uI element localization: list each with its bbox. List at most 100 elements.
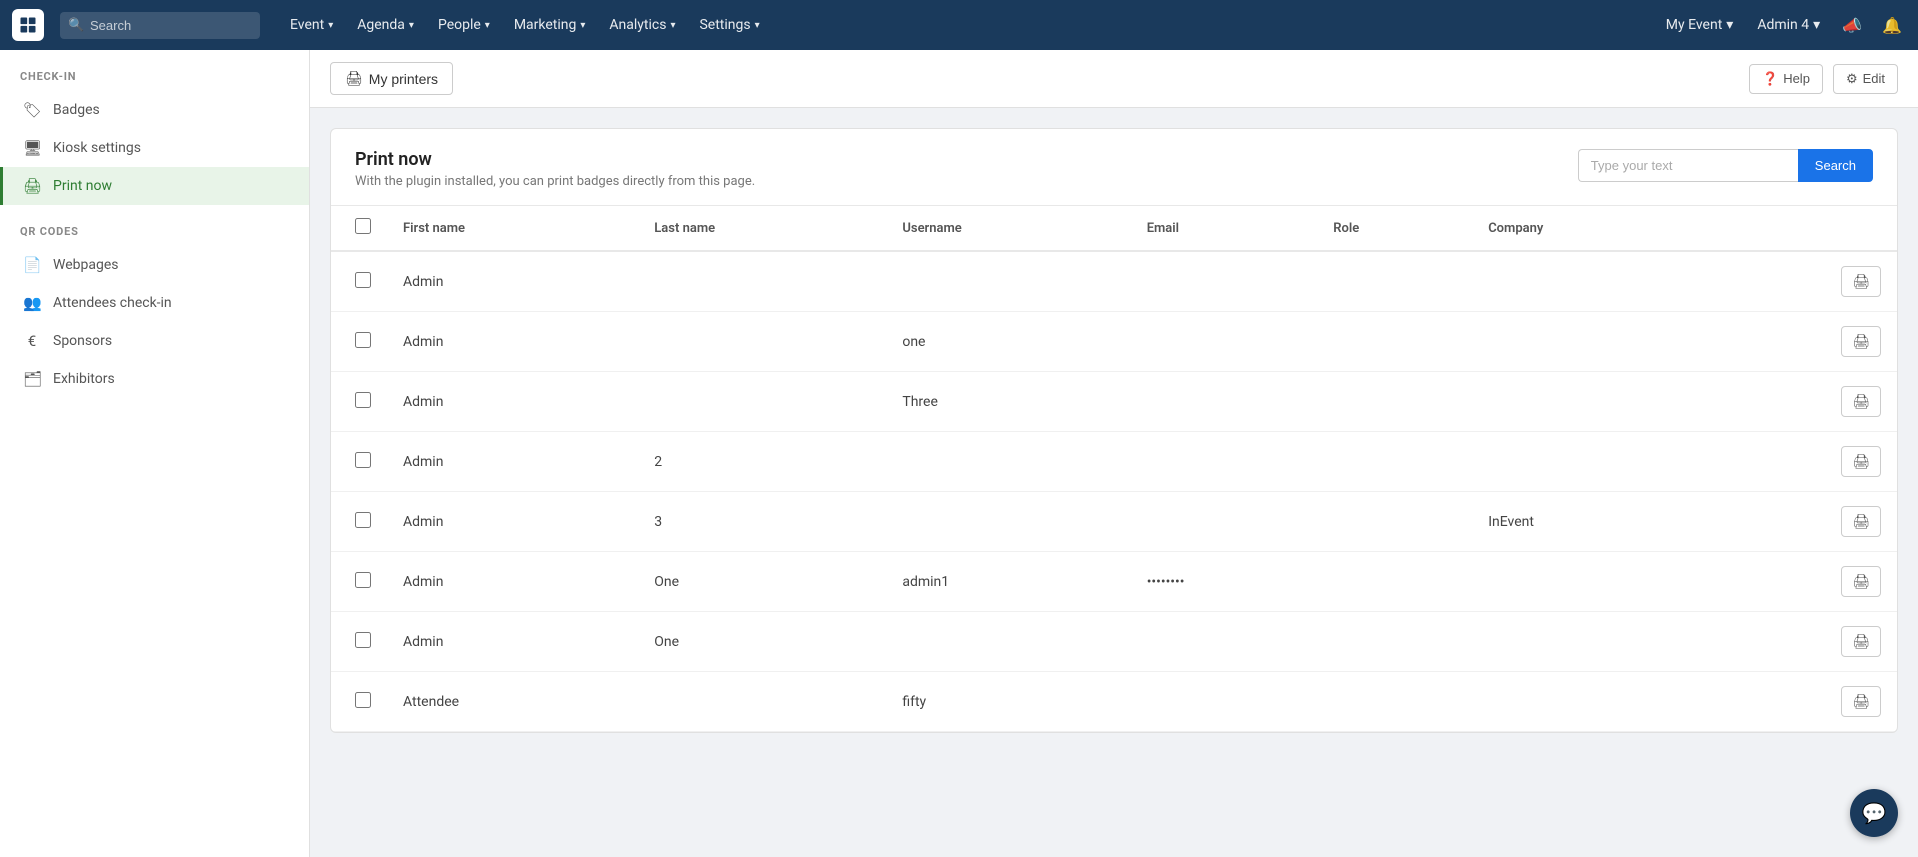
main-content: 🖨 My printers ❓ Help ⚙ Edit Pr: [310, 50, 1918, 857]
sidebar-item-kiosk-settings[interactable]: 🖥 Kiosk settings: [0, 129, 309, 167]
webpage-icon: 📄: [23, 256, 41, 274]
cell-role: [1317, 552, 1472, 612]
cell-first-name: Admin: [387, 492, 638, 552]
top-navigation: 🔍 Event ▾ Agenda ▾ People ▾ Marketing ▾ …: [0, 0, 1918, 50]
cell-company: [1472, 432, 1705, 492]
cell-first-name: Attendee: [387, 672, 638, 732]
row-checkbox-1[interactable]: [355, 332, 371, 348]
chat-button[interactable]: 💬: [1850, 789, 1898, 837]
row-print-button-1[interactable]: 🖨: [1841, 326, 1881, 357]
cell-role: [1317, 492, 1472, 552]
sidebar-section-checkin-title: CHECK-IN: [0, 70, 309, 91]
row-print-button-5[interactable]: 🖨: [1841, 566, 1881, 597]
topbar-right-actions: ❓ Help ⚙ Edit: [1749, 64, 1898, 94]
row-checkbox-2[interactable]: [355, 392, 371, 408]
chevron-down-icon: ▾: [1726, 17, 1733, 33]
nav-item-people[interactable]: People ▾: [428, 11, 500, 39]
nav-right: My Event ▾ Admin 4 ▾ 📣 🔔: [1660, 12, 1906, 39]
row-print-button-7[interactable]: 🖨: [1841, 686, 1881, 717]
nav-item-marketing[interactable]: Marketing ▾: [504, 11, 596, 39]
sidebar-item-attendees-checkin[interactable]: 👥 Attendees check-in: [0, 284, 309, 322]
table-row: Admin 🖨: [331, 251, 1897, 312]
row-print-button-2[interactable]: 🖨: [1841, 386, 1881, 417]
sidebar-item-webpages[interactable]: 📄 Webpages: [0, 246, 309, 284]
nav-item-settings[interactable]: Settings ▾: [689, 11, 769, 39]
table-row: Admin 3 InEvent 🖨: [331, 492, 1897, 552]
sidebar-item-exhibitors[interactable]: 🗂 Exhibitors: [0, 360, 309, 398]
search-wrapper: 🔍: [60, 12, 260, 39]
help-icon: ❓: [1762, 71, 1778, 87]
cell-role: [1317, 251, 1472, 312]
cell-email: [1131, 312, 1318, 372]
chevron-down-icon: ▾: [580, 20, 585, 31]
table-row: Attendee fifty 🖨: [331, 672, 1897, 732]
chevron-down-icon: ▾: [485, 20, 490, 31]
edit-button[interactable]: ⚙ Edit: [1833, 64, 1898, 94]
nav-item-event[interactable]: Event ▾: [280, 11, 343, 39]
cell-first-name: Admin: [387, 612, 638, 672]
table-row: Admin One admin1 •••••••• 🖨: [331, 552, 1897, 612]
printer-icon: 🖨: [345, 70, 363, 87]
table-row: Admin 2 🖨: [331, 432, 1897, 492]
cell-first-name: Admin: [387, 552, 638, 612]
cell-first-name: Admin: [387, 432, 638, 492]
col-username: Username: [886, 206, 1130, 251]
row-checkbox-3[interactable]: [355, 452, 371, 468]
megaphone-icon[interactable]: 📣: [1838, 12, 1866, 39]
row-checkbox-7[interactable]: [355, 692, 371, 708]
search-button[interactable]: Search: [1798, 149, 1873, 182]
cell-last-name: [638, 672, 886, 732]
people-table: First name Last name Username Email Role…: [331, 206, 1897, 732]
nav-item-analytics[interactable]: Analytics ▾: [599, 11, 685, 39]
sidebar-item-sponsors[interactable]: € Sponsors: [0, 322, 309, 360]
notification-bell-icon[interactable]: 🔔: [1878, 12, 1906, 39]
search-input[interactable]: [60, 12, 260, 39]
help-button[interactable]: ❓ Help: [1749, 64, 1823, 94]
cell-role: [1317, 672, 1472, 732]
row-print-button-3[interactable]: 🖨: [1841, 446, 1881, 477]
printer-icon: 🖨: [23, 177, 41, 195]
cell-first-name: Admin: [387, 372, 638, 432]
select-all-checkbox[interactable]: [355, 218, 371, 234]
page-subtitle: With the plugin installed, you can print…: [355, 174, 755, 189]
cell-email: [1131, 492, 1318, 552]
cell-first-name: Admin: [387, 312, 638, 372]
row-checkbox-6[interactable]: [355, 632, 371, 648]
admin-button[interactable]: Admin 4 ▾: [1751, 13, 1826, 37]
cell-role: [1317, 432, 1472, 492]
cell-last-name: 3: [638, 492, 886, 552]
row-print-button-0[interactable]: 🖨: [1841, 266, 1881, 297]
cell-username: one: [886, 312, 1130, 372]
exhibitors-icon: 🗂: [23, 370, 41, 388]
cell-email: [1131, 251, 1318, 312]
row-checkbox-4[interactable]: [355, 512, 371, 528]
cell-role: [1317, 372, 1472, 432]
table-row: Admin One 🖨: [331, 612, 1897, 672]
cell-role: [1317, 612, 1472, 672]
cell-company: [1472, 312, 1705, 372]
cell-company: [1472, 251, 1705, 312]
table-row: Admin Three 🖨: [331, 372, 1897, 432]
sidebar-item-badges[interactable]: 🏷 Badges: [0, 91, 309, 129]
sidebar-item-print-now[interactable]: 🖨 Print now: [0, 167, 309, 205]
my-event-button[interactable]: My Event ▾: [1660, 13, 1740, 37]
cell-username: [886, 492, 1130, 552]
row-print-button-6[interactable]: 🖨: [1841, 626, 1881, 657]
row-checkbox-0[interactable]: [355, 272, 371, 288]
nav-item-agenda[interactable]: Agenda ▾: [347, 11, 424, 39]
cell-email: [1131, 612, 1318, 672]
cell-first-name: Admin: [387, 251, 638, 312]
row-checkbox-5[interactable]: [355, 572, 371, 588]
app-logo[interactable]: [12, 9, 44, 41]
cell-username: admin1: [886, 552, 1130, 612]
badge-icon: 🏷: [23, 101, 41, 119]
chevron-down-icon: ▾: [755, 20, 760, 31]
row-print-button-4[interactable]: 🖨: [1841, 506, 1881, 537]
cell-company: [1472, 612, 1705, 672]
cell-company: [1472, 552, 1705, 612]
search-bar: Search: [1578, 149, 1873, 182]
cell-company: [1472, 372, 1705, 432]
cell-last-name: [638, 312, 886, 372]
search-text-input[interactable]: [1578, 149, 1798, 182]
my-printers-button[interactable]: 🖨 My printers: [330, 62, 453, 95]
